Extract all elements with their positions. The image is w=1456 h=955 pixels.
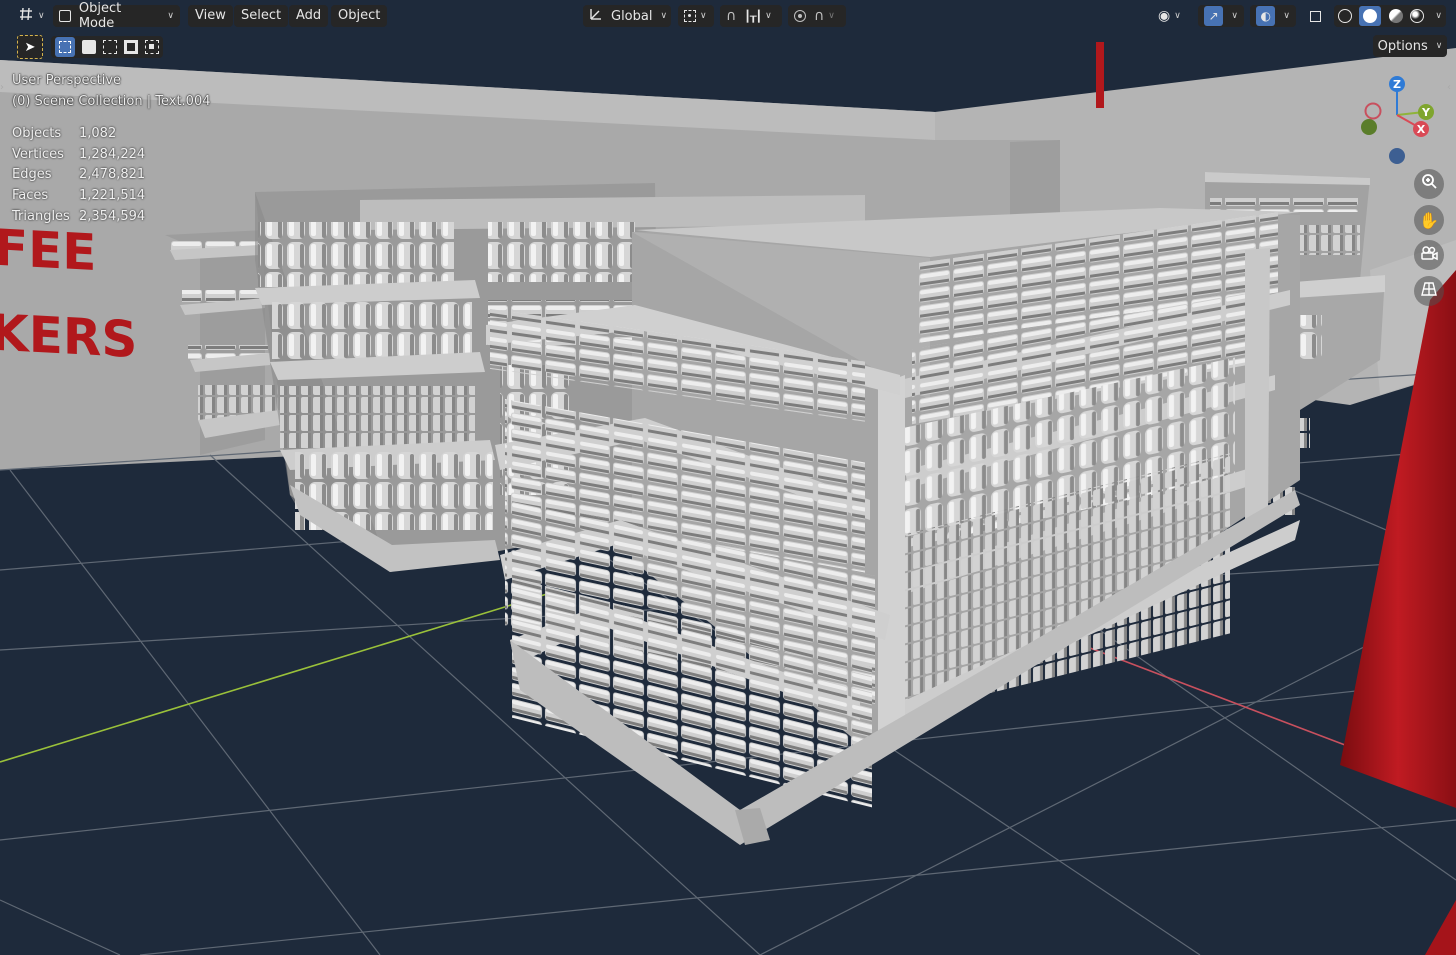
chevron-down-icon[interactable]: ∨ <box>1435 11 1442 21</box>
select-mode-group <box>51 36 163 58</box>
camera-icon <box>1420 245 1438 265</box>
camera-view-button[interactable] <box>1414 240 1444 270</box>
object-mode-icon <box>59 10 71 22</box>
stat-value: 2,478,821 <box>79 167 146 183</box>
chevron-down-icon: ∨ <box>38 11 45 21</box>
gizmo-neg-y[interactable] <box>1361 119 1377 135</box>
options-label: Options <box>1377 38 1428 54</box>
overlay-toggle[interactable]: ◐ ∨ <box>1250 5 1296 27</box>
gizmo-z-label: Z <box>1393 78 1401 91</box>
menu-select[interactable]: Select <box>234 5 289 27</box>
visibility-button[interactable]: ◉ ∨ <box>1152 5 1190 27</box>
right-region-toggle[interactable]: ‹ <box>1447 82 1451 93</box>
scene-statistics: Objects 1,082 Vertices 1,284,224 Edges 2,47… <box>12 126 145 229</box>
stat-row: Faces 1,221,514 <box>12 188 145 209</box>
rendered-shading-icon[interactable] <box>1410 9 1425 23</box>
grid-view-icon <box>1420 281 1438 301</box>
stat-label: Faces <box>12 188 49 204</box>
select-intersect-icon[interactable] <box>145 40 160 54</box>
select-extend-icon[interactable] <box>81 40 96 54</box>
proportional-editing-button[interactable]: ∩ ∨ <box>788 5 846 27</box>
transform-orientation-icon <box>589 7 603 25</box>
blender-3d-viewport-app: FEE KERS ∨ Object Mode ∨ View Select Add… <box>0 0 1456 955</box>
select-new-icon[interactable] <box>54 37 75 57</box>
xray-toggle[interactable] <box>1304 5 1328 27</box>
stat-value: 1,082 <box>79 126 117 141</box>
stat-value: 1,221,514 <box>79 188 146 204</box>
3d-viewport[interactable]: FEE KERS <box>0 0 1456 955</box>
chevron-down-icon: ∨ <box>660 11 668 21</box>
stat-row: Edges 2,478,821 <box>12 167 145 188</box>
pivot-icon <box>684 10 696 22</box>
pan-button[interactable]: ✋ <box>1414 205 1444 235</box>
view-name: User Perspective <box>12 73 122 88</box>
chevron-down-icon: ∨ <box>1174 11 1181 21</box>
xray-icon <box>1310 10 1321 22</box>
chevron-down-icon: ∨ <box>1231 11 1238 21</box>
menu-add[interactable]: Add <box>289 5 329 27</box>
options-dropdown[interactable]: Options ∨ <box>1373 35 1447 57</box>
gizmo-neg-x[interactable] <box>1364 102 1382 120</box>
shading-mode-group: ∨ <box>1334 5 1446 27</box>
visibility-icon: ◉ <box>1158 8 1171 24</box>
snap-increment-icon: ┃┰┃ <box>744 9 762 23</box>
transform-orientation-selector[interactable]: Global ∨ <box>583 5 671 27</box>
viewport-header: ∨ Object Mode ∨ View Select Add Object G… <box>0 0 1456 32</box>
chevron-down-icon: ∨ <box>1283 11 1290 21</box>
chevron-down-icon: ∨ <box>765 11 772 21</box>
stat-row: Vertices 1,284,224 <box>12 147 145 168</box>
stat-label: Triangles <box>12 208 70 224</box>
mode-selector[interactable]: Object Mode ∨ <box>53 1 180 31</box>
stat-label: Edges <box>12 167 52 183</box>
menu-object[interactable]: Object <box>331 5 388 27</box>
mode-label: Object Mode <box>78 1 122 31</box>
pan-icon: ✋ <box>1419 210 1439 230</box>
stat-label: Objects <box>12 126 62 141</box>
chevron-down-icon: ∨ <box>1435 41 1443 51</box>
menu-view[interactable]: View <box>188 5 233 27</box>
falloff-icon: ∩ <box>814 8 825 24</box>
zoom-icon <box>1420 173 1438 195</box>
left-region-toggle[interactable]: › <box>0 82 4 93</box>
orientation-label: Global <box>611 8 653 24</box>
active-collection-label: (0) Scene Collection | Text.004 <box>12 94 211 109</box>
chevron-down-icon: ∨ <box>828 11 835 21</box>
overlay-icon: ◐ <box>1256 6 1276 26</box>
gizmo-toggle[interactable]: ↗ ∨ <box>1198 5 1244 27</box>
navigation-gizmo[interactable]: Z Y X <box>1352 70 1442 170</box>
cursor-arrow-icon: ➤ <box>24 39 36 55</box>
gizmo-x-label: X <box>1417 123 1426 136</box>
small-red-sign <box>1096 42 1104 108</box>
gizmo-icon: ↗ <box>1204 6 1224 26</box>
snap-button[interactable]: ∩ ┃┰┃ ∨ <box>720 5 782 27</box>
snap-icon: ∩ <box>726 8 737 24</box>
proportional-icon <box>794 10 806 22</box>
zoom-button[interactable] <box>1414 169 1444 199</box>
wall-sign-kers: KERS <box>0 304 137 370</box>
pivot-point-button[interactable]: ∨ <box>678 5 714 27</box>
gizmo-neg-z[interactable] <box>1389 148 1405 164</box>
select-subtract-icon[interactable] <box>102 40 117 54</box>
chevron-down-icon: ∨ <box>700 11 707 21</box>
stat-row: Objects 1,082 <box>12 126 145 147</box>
stat-row: Triangles 2,354,594 <box>12 209 145 230</box>
material-shading-icon[interactable] <box>1388 9 1403 23</box>
select-tool-button[interactable]: ➤ <box>17 35 43 59</box>
editor-type-button[interactable]: ∨ <box>14 5 46 27</box>
solid-shading-icon[interactable] <box>1359 6 1382 26</box>
perspective-toggle-button[interactable] <box>1414 276 1444 306</box>
editor-type-icon <box>18 7 34 25</box>
chevron-down-icon: ∨ <box>167 11 174 21</box>
wireframe-shading-icon[interactable] <box>1338 9 1352 23</box>
stat-value: 1,284,224 <box>79 146 146 162</box>
stat-label: Vertices <box>12 146 64 162</box>
gizmo-y-label: Y <box>1421 106 1431 119</box>
stat-value: 2,354,594 <box>79 208 146 224</box>
select-invert-icon[interactable] <box>124 40 139 54</box>
